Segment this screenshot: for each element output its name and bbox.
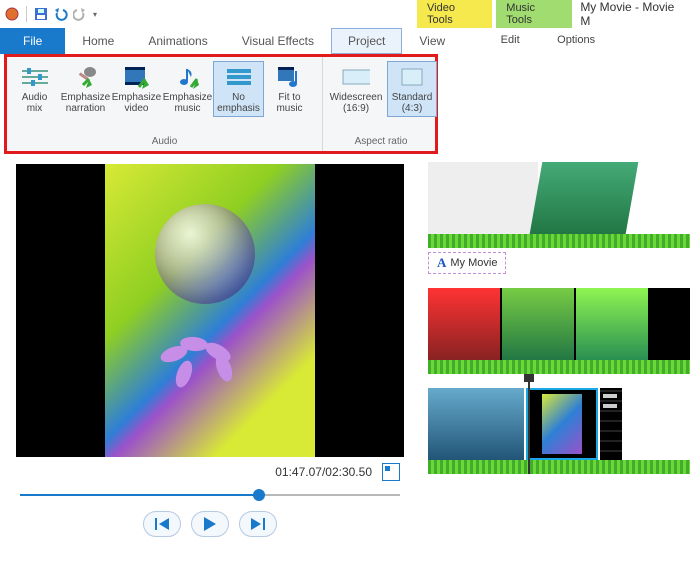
fit-to-music-label: Fit to music <box>276 92 302 114</box>
menu-bar: File Home Animations Visual Effects Proj… <box>0 28 690 54</box>
menu-project[interactable]: Project <box>331 28 402 54</box>
prev-frame-button[interactable] <box>143 511 181 537</box>
emphasize-narration-button[interactable]: Emphasize narration <box>60 61 111 117</box>
widescreen-icon <box>342 64 370 90</box>
menu-file[interactable]: File <box>0 28 65 54</box>
flower-graphic <box>160 337 250 397</box>
preview-pane: 01:47.07/02:30.50 <box>0 154 420 572</box>
time-display: 01:47.07/02:30.50 <box>275 465 372 479</box>
play-button[interactable] <box>191 511 229 537</box>
filmstrip-icon <box>123 64 151 90</box>
selected-clip[interactable] <box>526 388 598 460</box>
title-card-label: My Movie <box>450 257 497 269</box>
playback-controls <box>16 511 404 537</box>
equal-bars-icon <box>225 64 253 90</box>
redo-icon[interactable] <box>73 6 89 22</box>
save-icon[interactable] <box>33 6 49 22</box>
video-tools-tab[interactable]: Video Tools <box>417 0 492 30</box>
standard-button[interactable]: Standard (4:3) <box>387 61 437 117</box>
text-style-icon: A <box>437 255 446 271</box>
emphasize-video-label: Emphasize video <box>112 92 161 114</box>
qat-dropdown-icon[interactable]: ▾ <box>93 10 97 19</box>
standard-ratio-icon <box>398 64 426 90</box>
ribbon-group-aspect-ratio: Widescreen (16:9) Standard (4:3) Aspect … <box>323 57 439 151</box>
ribbon-group-audio-label: Audio <box>7 134 322 151</box>
audio-mix-label: Audio mix <box>22 92 48 114</box>
music-note-icon <box>174 64 202 90</box>
bubble-graphic <box>155 204 255 304</box>
undo-icon[interactable] <box>53 6 69 22</box>
submenu-edit[interactable]: Edit <box>480 28 540 54</box>
menu-animations[interactable]: Animations <box>131 28 224 54</box>
timeline-clip-3[interactable] <box>428 388 690 474</box>
timeline-clip-2[interactable] <box>428 288 690 374</box>
ribbon-group-audio: Audio mix Emphasize narration Emphasize … <box>7 57 323 151</box>
timeline-pane: A My Movie <box>420 154 690 572</box>
music-tools-tab[interactable]: Music Tools <box>496 0 572 30</box>
quick-access-toolbar: ▾ <box>4 6 97 22</box>
fit-music-icon <box>276 64 304 90</box>
sliders-icon <box>21 64 49 90</box>
preview-image <box>105 164 315 457</box>
menu-view[interactable]: View <box>402 28 462 54</box>
widescreen-label: Widescreen (16:9) <box>330 92 383 114</box>
menu-visual-effects[interactable]: Visual Effects <box>225 28 331 54</box>
project-ribbon: Audio mix Emphasize narration Emphasize … <box>4 54 438 154</box>
submenu-options[interactable]: Options <box>540 28 610 54</box>
seek-slider[interactable] <box>20 487 400 503</box>
emphasize-video-button[interactable]: Emphasize video <box>111 61 162 117</box>
fit-to-music-button[interactable]: Fit to music <box>264 61 315 117</box>
no-emphasis-button[interactable]: No emphasis <box>213 61 264 117</box>
emphasize-music-button[interactable]: Emphasize music <box>162 61 213 117</box>
playhead[interactable] <box>528 380 530 474</box>
emphasize-narration-label: Emphasize narration <box>61 92 110 114</box>
preview-frame <box>16 164 404 457</box>
ribbon-group-aspect-label: Aspect ratio <box>323 134 439 151</box>
timeline-clip-1[interactable]: A My Movie <box>428 162 690 274</box>
no-emphasis-label: No emphasis <box>217 92 260 114</box>
contextual-tool-tabs: Video Tools Music Tools <box>417 0 572 30</box>
audio-mix-button[interactable]: Audio mix <box>9 61 60 117</box>
microphone-icon <box>72 64 100 90</box>
standard-label: Standard (4:3) <box>392 92 433 114</box>
next-frame-button[interactable] <box>239 511 277 537</box>
emphasize-music-label: Emphasize music <box>163 92 212 114</box>
title-bar: ▾ Video Tools Music Tools My Movie - Mov… <box>0 0 690 28</box>
window-title: My Movie - Movie M <box>580 0 686 28</box>
widescreen-button[interactable]: Widescreen (16:9) <box>325 61 387 117</box>
menu-home[interactable]: Home <box>65 28 131 54</box>
app-icon <box>4 6 20 22</box>
title-card-chip[interactable]: A My Movie <box>428 252 506 274</box>
separator <box>26 6 27 22</box>
fullscreen-icon[interactable] <box>382 463 400 481</box>
